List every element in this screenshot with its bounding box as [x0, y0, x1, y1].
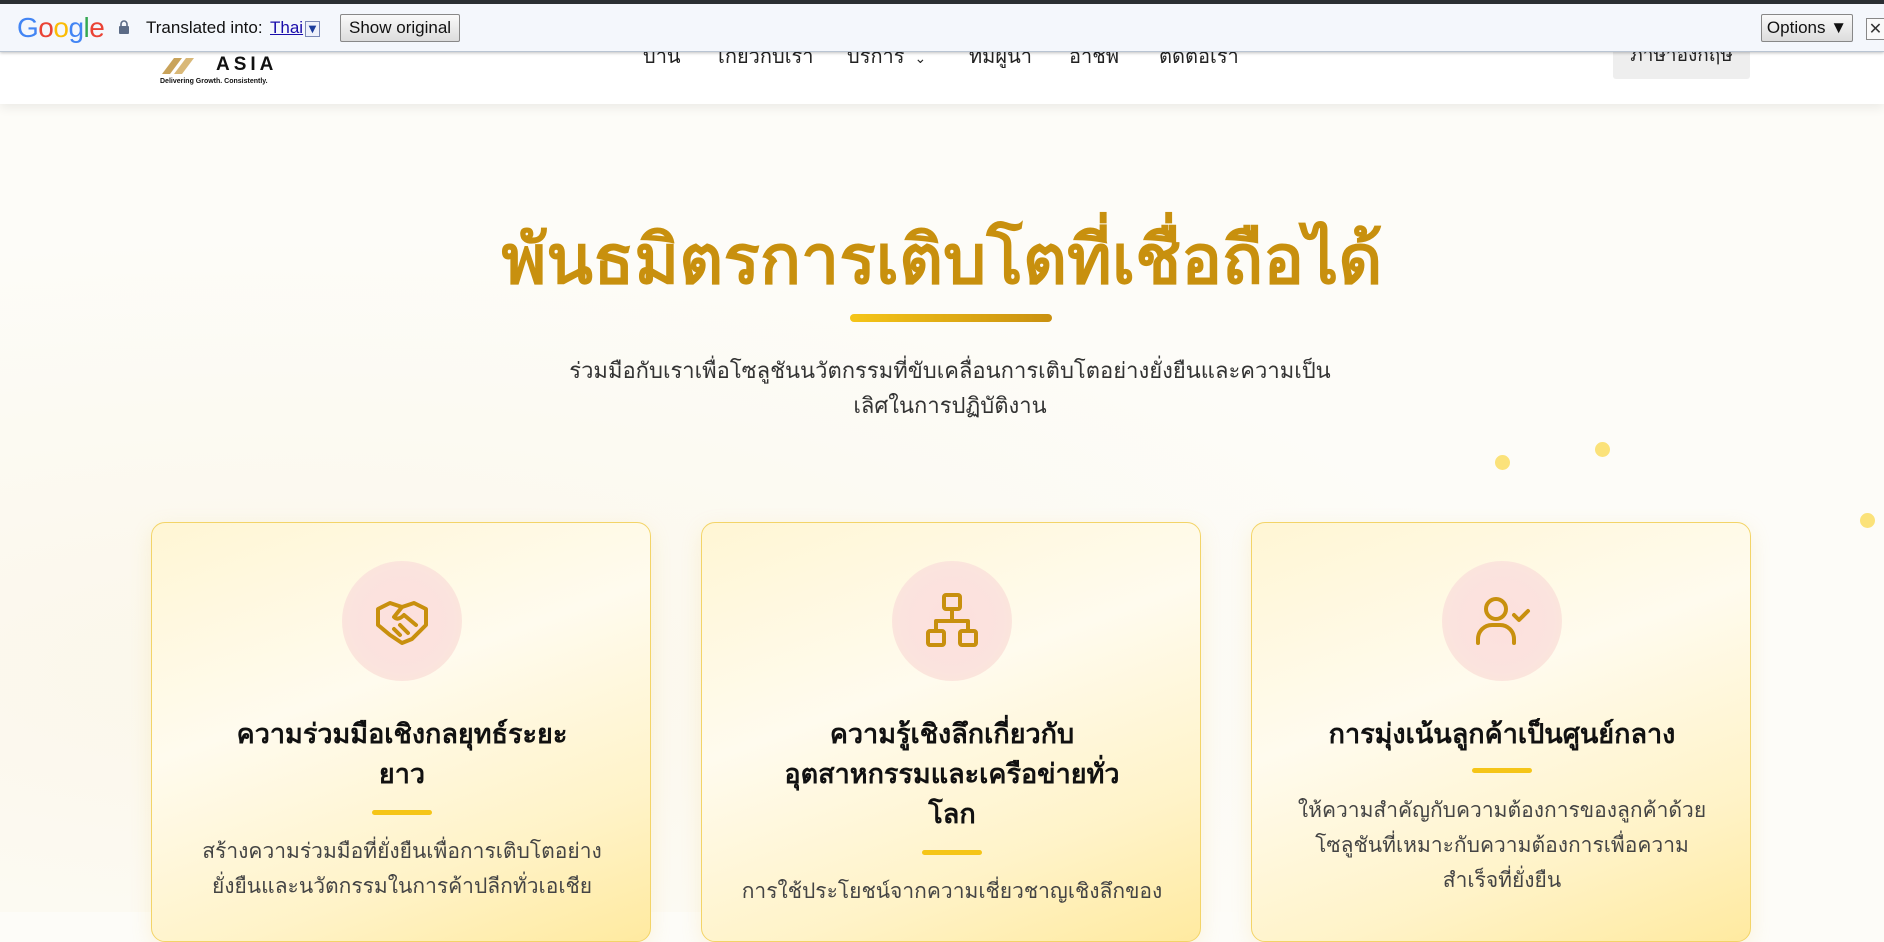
card-title-line: ยาว — [378, 759, 426, 790]
card-title-rule — [372, 810, 432, 815]
google-translate-bar: Google Translated into: Thai ▼ Show orig… — [0, 0, 1884, 52]
decorative-dot — [1495, 455, 1510, 470]
card-title-line: อุตสาหกรรมและเครือข่ายทั่ว — [784, 759, 1120, 790]
user-check-icon — [1476, 597, 1530, 645]
card-description-line: สำเร็จที่ยั่งยืน — [1442, 868, 1562, 892]
logo-mark-icon — [162, 58, 194, 74]
language-toggle-button[interactable]: ภาษาอังกฤษ — [1613, 52, 1750, 79]
card-icon-badge — [892, 561, 1012, 681]
feature-card-customer-centric: การมุ่งเน้นลูกค้าเป็นศูนย์กลาง ให้ความสำ… — [1251, 522, 1751, 942]
hero-title-underline — [850, 314, 1052, 322]
card-description-line: สร้างความร่วมมือที่ยั่งยืนเพื่อการเติบโต… — [202, 839, 602, 863]
logo-tagline: Delivering Growth. Consistently. — [160, 78, 268, 85]
network-icon — [926, 593, 978, 647]
card-description-line: การใช้ประโยชน์จากความเชี่ยวชาญเชิงลึกของ — [741, 879, 1163, 903]
feature-card-industry-insight: ความรู้เชิงลึกเกี่ยวกับ อุตสาหกรรมและเคร… — [701, 522, 1201, 942]
card-title-line: โลก — [928, 799, 976, 830]
card-description: สร้างความร่วมมือที่ยั่งยืนเพื่อการเติบโต… — [182, 834, 622, 904]
show-original-button[interactable]: Show original — [340, 14, 461, 42]
hero-subtitle-line: เลิศในการปฏิบัติงาน — [853, 394, 1047, 419]
card-description-line: โซลูชันที่เหมาะกับความต้องการเพื่อความ — [1315, 833, 1689, 857]
company-logo[interactable]: ASIA Delivering Growth. Consistently. — [160, 50, 280, 90]
card-title: ความร่วมมือเชิงกลยุทธ์ระยะ ยาว — [172, 715, 632, 795]
card-icon-badge — [342, 561, 462, 681]
decorative-dot — [1595, 442, 1610, 457]
options-button[interactable]: Options ▼ — [1761, 14, 1853, 42]
card-description-line: ให้ความสำคัญกับความต้องการของลูกค้าด้วย — [1297, 798, 1707, 822]
lock-icon — [119, 20, 129, 34]
card-description: ให้ความสำคัญกับความต้องการของลูกค้าด้วย … — [1282, 793, 1722, 898]
logo-wordmark: ASIA — [216, 54, 278, 75]
language-dropdown-icon[interactable]: ▼ — [305, 21, 320, 37]
feature-card-partnership: ความร่วมมือเชิงกลยุทธ์ระยะ ยาว สร้างความ… — [151, 522, 651, 942]
card-title-rule — [922, 850, 982, 855]
hero-subtitle-line: ร่วมมือกับเราเพื่อโซลูชันนวัตกรรมที่ขับเ… — [569, 359, 1331, 384]
decorative-dot — [1860, 513, 1875, 528]
card-description-line: ยั่งยืนและนวัตกรรมในการค้าปลีกทั่วเอเชีย — [211, 874, 593, 898]
card-icon-badge — [1442, 561, 1562, 681]
target-language-link[interactable]: Thai — [270, 18, 303, 38]
card-title: การมุ่งเน้นลูกค้าเป็นศูนย์กลาง — [1272, 715, 1732, 755]
handshake-icon — [376, 601, 428, 645]
card-title-line: ความร่วมมือเชิงกลยุทธ์ระยะ — [236, 719, 568, 750]
chevron-down-icon: ⌄ — [914, 51, 927, 67]
google-logo: Google — [17, 12, 105, 43]
translated-into-label: Translated into: — [146, 18, 263, 37]
close-icon[interactable]: ✕ — [1866, 18, 1884, 40]
card-title: ความรู้เชิงลึกเกี่ยวกับ อุตสาหกรรมและเคร… — [722, 715, 1182, 835]
card-description: การใช้ประโยชน์จากความเชี่ยวชาญเชิงลึกของ — [732, 874, 1172, 909]
hero-subtitle: ร่วมมือกับเราเพื่อโซลูชันนวัตกรรมที่ขับเ… — [530, 354, 1370, 424]
card-title-line: ความรู้เชิงลึกเกี่ยวกับ — [829, 719, 1075, 750]
hero-title: พันธมิตรการเติบโตที่เชื่อถือได้ — [501, 221, 1383, 300]
card-title-rule — [1472, 768, 1532, 773]
card-title-line: การมุ่งเน้นลูกค้าเป็นศูนย์กลาง — [1328, 719, 1676, 750]
